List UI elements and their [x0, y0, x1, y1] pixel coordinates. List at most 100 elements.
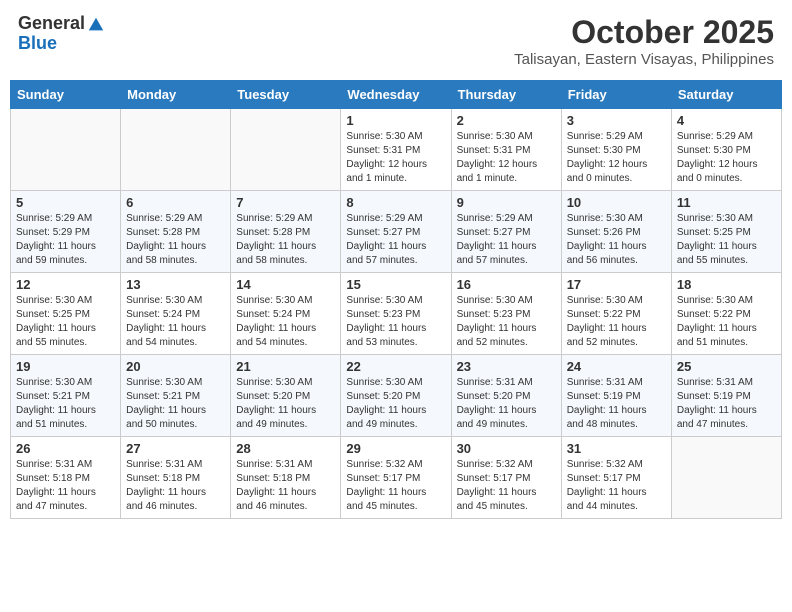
- day-number: 3: [567, 113, 666, 128]
- day-number: 16: [457, 277, 556, 292]
- calendar-day-cell: 29Sunrise: 5:32 AMSunset: 5:17 PMDayligh…: [341, 437, 451, 519]
- day-info: Sunrise: 5:30 AMSunset: 5:21 PMDaylight:…: [126, 376, 225, 432]
- day-number: 5: [16, 195, 115, 210]
- weekday-header: Friday: [561, 81, 671, 109]
- location-title: Talisayan, Eastern Visayas, Philippines: [514, 51, 774, 68]
- calendar-day-cell: 23 Sunrise: 5:31 AMSunset: 5:20 PMDayligh…: [451, 355, 561, 437]
- day-info: Sunrise: 5:32 AMSunset: 5:17 PMDaylight:…: [457, 458, 556, 514]
- day-info: Sunrise: 5:31 AMSunset: 5:18 PMDaylight:…: [126, 458, 225, 514]
- calendar-header-row: SundayMondayTuesdayWednesdayThursdayFrid…: [11, 81, 782, 109]
- weekday-header: Saturday: [671, 81, 781, 109]
- day-number: 28: [236, 441, 335, 456]
- day-number: 21: [236, 359, 335, 374]
- day-number: 4: [677, 113, 776, 128]
- day-number: 10: [567, 195, 666, 210]
- calendar-day-cell: 22 Sunrise: 5:30 AMSunset: 5:20 PMDayligh…: [341, 355, 451, 437]
- calendar-day-cell: 2 Sunrise: 5:30 AMSunset: 5:31 PMDaylight…: [451, 109, 561, 191]
- day-number: 8: [346, 195, 445, 210]
- calendar-week-row: 19 Sunrise: 5:30 AMSunset: 5:21 PMDayligh…: [11, 355, 782, 437]
- day-info: Sunrise: 5:30 AMSunset: 5:22 PMDaylight:…: [677, 294, 776, 350]
- month-title: October 2025: [514, 14, 774, 51]
- calendar-day-cell: 4Sunrise: 5:29 AMSunset: 5:30 PMDaylight…: [671, 109, 781, 191]
- calendar-day-cell: 7 Sunrise: 5:29 AMSunset: 5:28 PMDaylight…: [231, 191, 341, 273]
- day-number: 18: [677, 277, 776, 292]
- calendar-table: SundayMondayTuesdayWednesdayThursdayFrid…: [10, 80, 782, 519]
- day-info: Sunrise: 5:31 AMSunset: 5:18 PMDaylight:…: [236, 458, 335, 514]
- calendar-day-cell: 15 Sunrise: 5:30 AMSunset: 5:23 PMDayligh…: [341, 273, 451, 355]
- day-number: 11: [677, 195, 776, 210]
- day-number: 31: [567, 441, 666, 456]
- day-info: Sunrise: 5:30 AMSunset: 5:23 PMDaylight:…: [457, 294, 556, 350]
- day-number: 25: [677, 359, 776, 374]
- day-info: Sunrise: 5:30 AMSunset: 5:20 PMDaylight:…: [346, 376, 445, 432]
- calendar-day-cell: [121, 109, 231, 191]
- day-info: Sunrise: 5:31 AMSunset: 5:18 PMDaylight:…: [16, 458, 115, 514]
- logo-text: General Blue: [18, 14, 85, 54]
- day-number: 6: [126, 195, 225, 210]
- calendar-day-cell: 25 Sunrise: 5:31 AMSunset: 5:19 PMDayligh…: [671, 355, 781, 437]
- weekday-header: Wednesday: [341, 81, 451, 109]
- calendar-day-cell: [671, 437, 781, 519]
- calendar-day-cell: 9Sunrise: 5:29 AMSunset: 5:27 PMDaylight…: [451, 191, 561, 273]
- day-info: Sunrise: 5:31 AMSunset: 5:19 PMDaylight:…: [567, 376, 666, 432]
- calendar-day-cell: 30 Sunrise: 5:32 AMSunset: 5:17 PMDayligh…: [451, 437, 561, 519]
- day-info: Sunrise: 5:29 AMSunset: 5:29 PMDaylight:…: [16, 212, 115, 268]
- calendar-day-cell: 18 Sunrise: 5:30 AMSunset: 5:22 PMDayligh…: [671, 273, 781, 355]
- calendar-day-cell: 10 Sunrise: 5:30 AMSunset: 5:26 PMDayligh…: [561, 191, 671, 273]
- day-info: Sunrise: 5:30 AMSunset: 5:24 PMDaylight:…: [236, 294, 335, 350]
- calendar-day-cell: [231, 109, 341, 191]
- day-info: Sunrise: 5:31 AMSunset: 5:19 PMDaylight:…: [677, 376, 776, 432]
- calendar-day-cell: 5 Sunrise: 5:29 AMSunset: 5:29 PMDaylight…: [11, 191, 121, 273]
- calendar-day-cell: 16 Sunrise: 5:30 AMSunset: 5:23 PMDayligh…: [451, 273, 561, 355]
- day-info: Sunrise: 5:30 AMSunset: 5:22 PMDaylight:…: [567, 294, 666, 350]
- calendar-week-row: 12Sunrise: 5:30 AMSunset: 5:25 PMDayligh…: [11, 273, 782, 355]
- calendar-day-cell: 6 Sunrise: 5:29 AMSunset: 5:28 PMDaylight…: [121, 191, 231, 273]
- day-info: Sunrise: 5:29 AMSunset: 5:30 PMDaylight:…: [567, 130, 666, 186]
- calendar-day-cell: 14 Sunrise: 5:30 AMSunset: 5:24 PMDayligh…: [231, 273, 341, 355]
- day-number: 20: [126, 359, 225, 374]
- calendar-day-cell: 21Sunrise: 5:30 AMSunset: 5:20 PMDayligh…: [231, 355, 341, 437]
- day-number: 13: [126, 277, 225, 292]
- day-number: 15: [346, 277, 445, 292]
- day-info: Sunrise: 5:32 AMSunset: 5:17 PMDaylight:…: [567, 458, 666, 514]
- day-number: 17: [567, 277, 666, 292]
- calendar-day-cell: 1 Sunrise: 5:30 AMSunset: 5:31 PMDaylight…: [341, 109, 451, 191]
- day-number: 9: [457, 195, 556, 210]
- calendar-day-cell: 12Sunrise: 5:30 AMSunset: 5:25 PMDayligh…: [11, 273, 121, 355]
- day-info: Sunrise: 5:30 AMSunset: 5:31 PMDaylight:…: [346, 130, 445, 186]
- day-info: Sunrise: 5:30 AMSunset: 5:26 PMDaylight:…: [567, 212, 666, 268]
- day-number: 19: [16, 359, 115, 374]
- weekday-header: Tuesday: [231, 81, 341, 109]
- day-number: 30: [457, 441, 556, 456]
- title-section: October 2025 Talisayan, Eastern Visayas,…: [514, 14, 774, 68]
- day-number: 12: [16, 277, 115, 292]
- page-header: General Blue October 2025 Talisayan, Eas…: [10, 10, 782, 72]
- day-number: 2: [457, 113, 556, 128]
- day-number: 7: [236, 195, 335, 210]
- day-info: Sunrise: 5:30 AMSunset: 5:25 PMDaylight:…: [677, 212, 776, 268]
- calendar-week-row: 26 Sunrise: 5:31 AMSunset: 5:18 PMDayligh…: [11, 437, 782, 519]
- day-number: 14: [236, 277, 335, 292]
- day-info: Sunrise: 5:30 AMSunset: 5:31 PMDaylight:…: [457, 130, 556, 186]
- day-number: 23: [457, 359, 556, 374]
- day-info: Sunrise: 5:30 AMSunset: 5:23 PMDaylight:…: [346, 294, 445, 350]
- day-info: Sunrise: 5:29 AMSunset: 5:27 PMDaylight:…: [346, 212, 445, 268]
- day-number: 22: [346, 359, 445, 374]
- calendar-day-cell: 3 Sunrise: 5:29 AMSunset: 5:30 PMDaylight…: [561, 109, 671, 191]
- day-number: 26: [16, 441, 115, 456]
- day-info: Sunrise: 5:29 AMSunset: 5:28 PMDaylight:…: [236, 212, 335, 268]
- day-info: Sunrise: 5:31 AMSunset: 5:20 PMDaylight:…: [457, 376, 556, 432]
- calendar-day-cell: 17 Sunrise: 5:30 AMSunset: 5:22 PMDayligh…: [561, 273, 671, 355]
- calendar-day-cell: 19 Sunrise: 5:30 AMSunset: 5:21 PMDayligh…: [11, 355, 121, 437]
- calendar-day-cell: 24 Sunrise: 5:31 AMSunset: 5:19 PMDayligh…: [561, 355, 671, 437]
- logo-icon: [87, 16, 105, 34]
- logo: General Blue: [18, 14, 105, 54]
- day-info: Sunrise: 5:30 AMSunset: 5:21 PMDaylight:…: [16, 376, 115, 432]
- day-info: Sunrise: 5:29 AMSunset: 5:28 PMDaylight:…: [126, 212, 225, 268]
- day-number: 24: [567, 359, 666, 374]
- logo-blue: Blue: [18, 34, 85, 54]
- calendar-day-cell: 8 Sunrise: 5:29 AMSunset: 5:27 PMDaylight…: [341, 191, 451, 273]
- day-number: 1: [346, 113, 445, 128]
- day-info: Sunrise: 5:32 AMSunset: 5:17 PMDaylight:…: [346, 458, 445, 514]
- logo-general: General: [18, 14, 85, 34]
